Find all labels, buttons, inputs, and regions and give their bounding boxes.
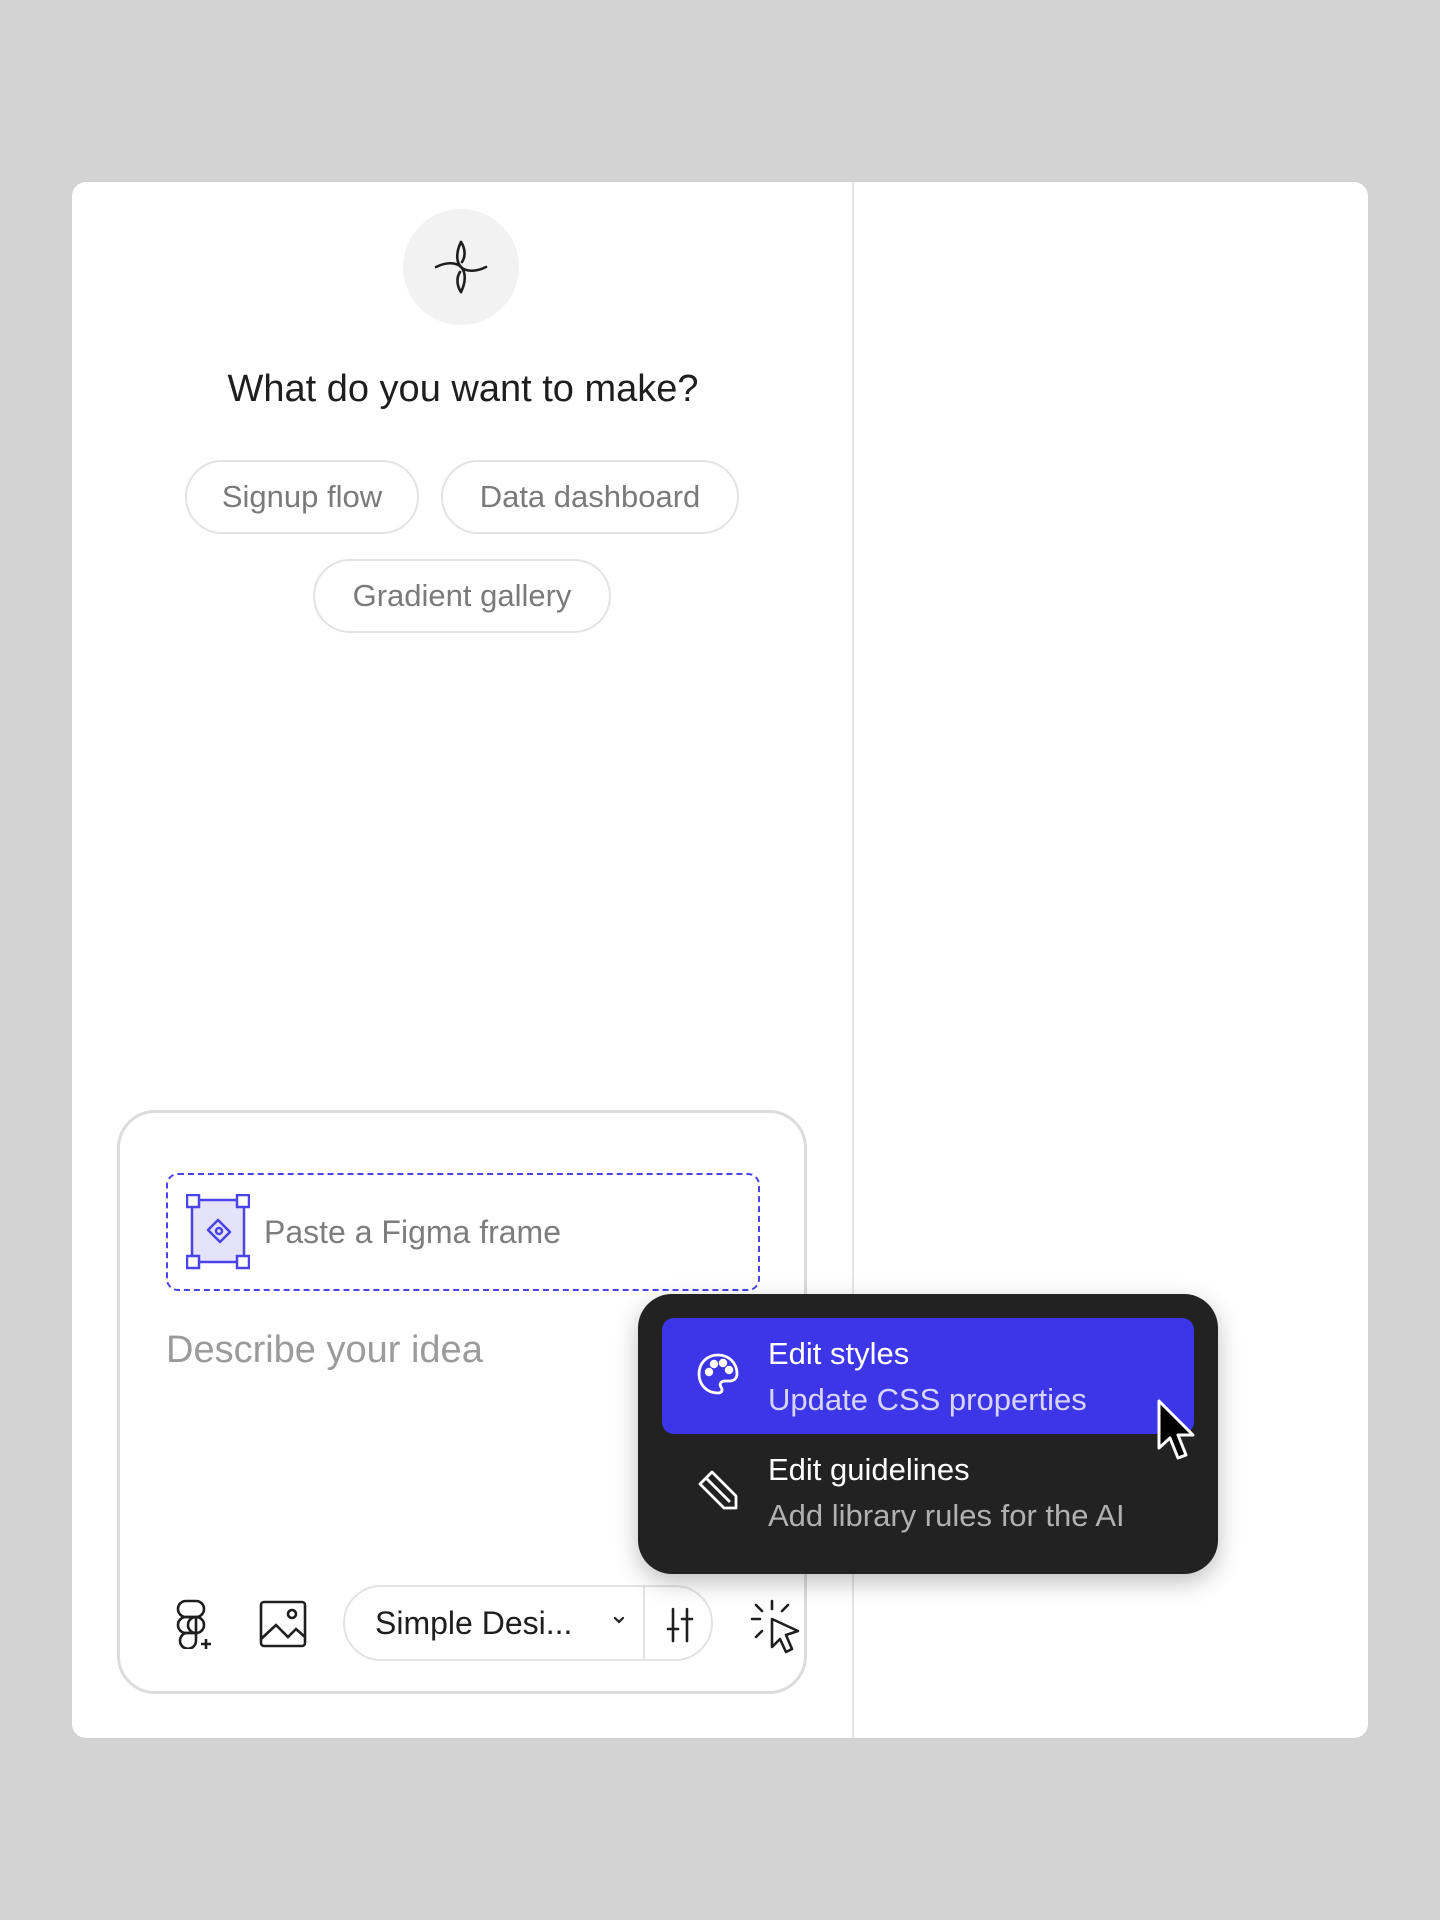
library-select-label: Simple Desi... (375, 1604, 573, 1641)
image-icon[interactable] (258, 1599, 308, 1649)
figma-frame-placeholder: Paste a Figma frame (264, 1213, 561, 1250)
menu-item-subtitle: Update CSS properties (768, 1382, 1087, 1417)
pill-divider (643, 1587, 645, 1659)
figma-plus-icon[interactable] (170, 1599, 216, 1649)
cursor-select-icon[interactable] (746, 1599, 804, 1655)
mouse-pointer-icon (1157, 1399, 1195, 1460)
context-menu: Edit styles Update CSS properties Edit g… (638, 1294, 1218, 1574)
sparkle-icon (434, 240, 488, 294)
library-select[interactable]: Simple Desi... (343, 1585, 713, 1661)
chevron-down-icon (613, 1616, 625, 1624)
menu-item-edit-styles[interactable]: Edit styles Update CSS properties (662, 1318, 1194, 1434)
suggestion-signup-flow[interactable]: Signup flow (185, 460, 419, 534)
menu-item-title: Edit styles (768, 1336, 910, 1371)
menu-item-title: Edit guidelines (768, 1452, 970, 1487)
menu-item-edit-guidelines[interactable]: Edit guidelines Add library rules for th… (662, 1434, 1194, 1550)
figma-frame-dropzone[interactable]: Paste a Figma frame (166, 1173, 760, 1291)
pencil-icon (698, 1470, 738, 1510)
page-title: What do you want to make? (227, 368, 699, 410)
ai-logo (403, 209, 519, 325)
palette-icon (697, 1353, 739, 1395)
menu-item-subtitle: Add library rules for the AI (768, 1498, 1125, 1533)
idea-input[interactable]: Describe your idea (166, 1329, 483, 1372)
suggestion-gradient-gallery[interactable]: Gradient gallery (313, 559, 611, 633)
figma-frame-icon (186, 1194, 250, 1270)
sliders-icon[interactable] (665, 1607, 695, 1643)
suggestion-data-dashboard[interactable]: Data dashboard (441, 460, 739, 534)
